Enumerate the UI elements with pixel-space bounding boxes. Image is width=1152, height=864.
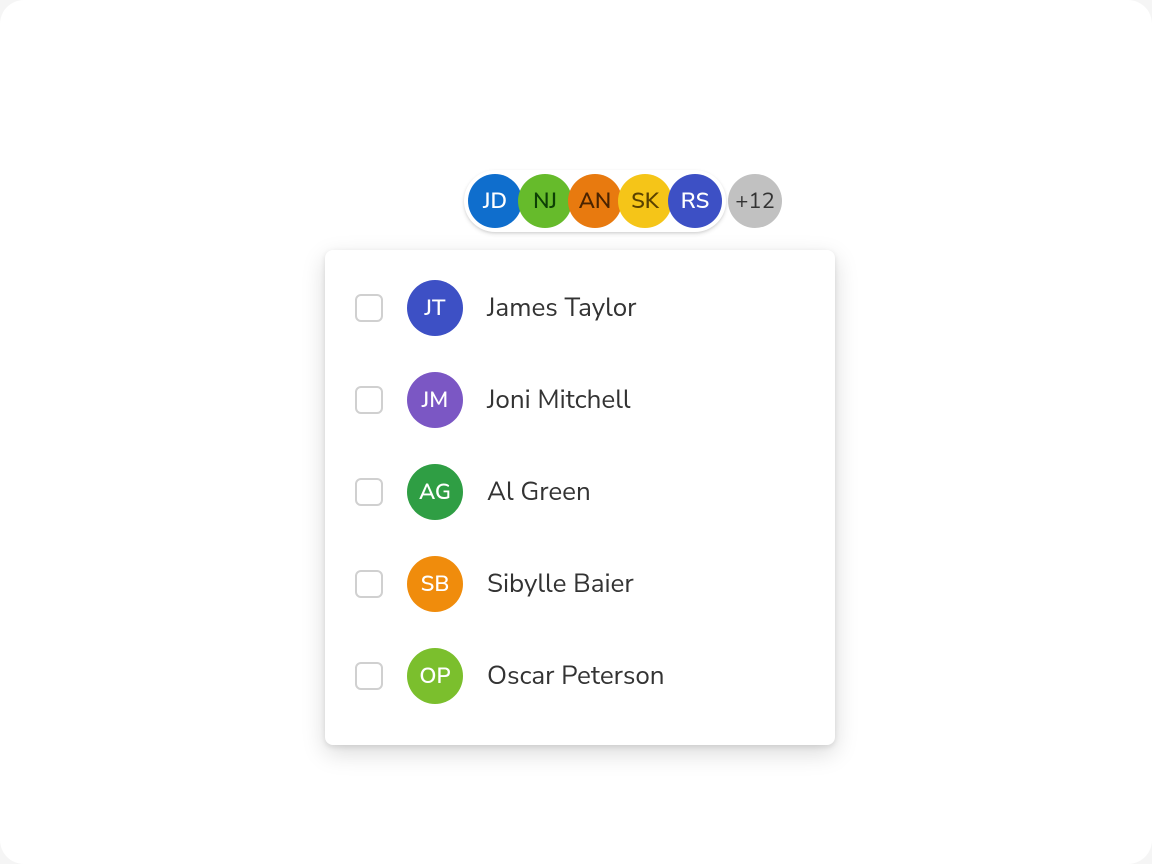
list-item[interactable]: JT James Taylor (325, 262, 835, 354)
checkbox[interactable] (355, 570, 383, 598)
avatar-group[interactable]: JD NJ AN SK RS +12 (464, 170, 782, 232)
avatar[interactable]: NJ (518, 174, 572, 228)
person-name: Joni Mitchell (487, 383, 631, 418)
avatar[interactable]: SK (618, 174, 672, 228)
person-name: Oscar Peterson (487, 659, 665, 694)
avatar: OP (407, 648, 463, 704)
person-name: Al Green (487, 475, 591, 510)
list-item[interactable]: OP Oscar Peterson (325, 630, 835, 722)
list-item[interactable]: AG Al Green (325, 446, 835, 538)
avatar: JM (407, 372, 463, 428)
avatar-overflow-button[interactable]: +12 (728, 174, 782, 228)
avatar: SB (407, 556, 463, 612)
person-name: Sibylle Baier (487, 567, 634, 602)
people-popover: JT James Taylor JM Joni Mitchell AG Al G… (325, 250, 835, 745)
list-item[interactable]: JM Joni Mitchell (325, 354, 835, 446)
avatar[interactable]: AN (568, 174, 622, 228)
avatar[interactable]: RS (668, 174, 722, 228)
checkbox[interactable] (355, 662, 383, 690)
avatar: AG (407, 464, 463, 520)
list-item[interactable]: SB Sibylle Baier (325, 538, 835, 630)
checkbox[interactable] (355, 478, 383, 506)
avatar-stack: JD NJ AN SK RS (464, 170, 726, 232)
checkbox[interactable] (355, 294, 383, 322)
person-name: James Taylor (487, 291, 637, 326)
checkbox[interactable] (355, 386, 383, 414)
avatar: JT (407, 280, 463, 336)
avatar[interactable]: JD (468, 174, 522, 228)
people-scroll[interactable]: JT James Taylor JM Joni Mitchell AG Al G… (325, 250, 835, 745)
